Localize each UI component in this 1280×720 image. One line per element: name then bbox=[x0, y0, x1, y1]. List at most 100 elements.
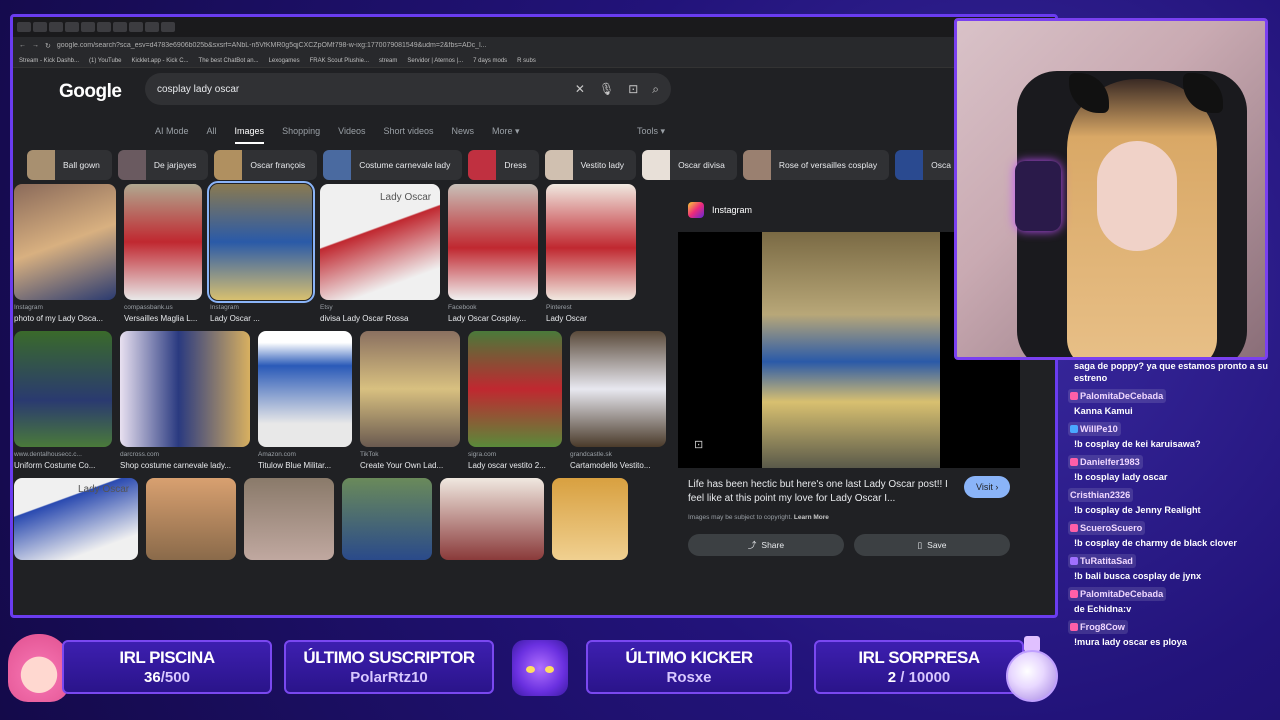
image-result[interactable]: grandcastle.sk Cartamodello Vestito... bbox=[570, 331, 666, 470]
bookmark[interactable]: Servidor | Aternos |... bbox=[407, 58, 463, 64]
result-thumbnail[interactable] bbox=[14, 184, 116, 300]
result-thumbnail[interactable] bbox=[448, 184, 538, 300]
tools-button[interactable]: Tools ▾ bbox=[637, 126, 665, 137]
tab-shopping[interactable]: Shopping bbox=[282, 126, 320, 136]
browser-tab[interactable] bbox=[161, 22, 175, 32]
bookmark[interactable]: stream bbox=[379, 58, 397, 64]
chip[interactable]: Vestito lady bbox=[544, 150, 637, 180]
bookmark[interactable]: Kicklet.app - Kick C... bbox=[132, 58, 189, 64]
chip[interactable]: Osca bbox=[895, 150, 963, 180]
result-title[interactable]: photo of my Lady Osca... bbox=[14, 314, 116, 323]
image-result[interactable] bbox=[440, 478, 544, 560]
chat-username[interactable]: WillPe10 bbox=[1068, 422, 1121, 436]
result-title[interactable]: Uniform Costume Co... bbox=[14, 461, 112, 470]
image-result[interactable]: TikTok Create Your Own Lad... bbox=[360, 331, 460, 470]
image-result[interactable]: www.dentalhousecc.c... Uniform Costume Co… bbox=[14, 331, 112, 470]
image-result-selected[interactable]: Instagram Lady Oscar ... bbox=[207, 181, 315, 323]
chat-username[interactable]: PalomitaDeCebada bbox=[1068, 389, 1167, 403]
chat-username[interactable]: PalomitaDeCebada bbox=[1068, 587, 1167, 601]
result-title[interactable]: Lady Oscar ... bbox=[210, 314, 312, 323]
result-thumbnail[interactable] bbox=[244, 478, 334, 560]
lens-icon[interactable]: ⊡ bbox=[628, 82, 638, 96]
chip[interactable]: De jarjayes bbox=[117, 150, 209, 180]
tab-news[interactable]: News bbox=[452, 126, 475, 136]
browser-tab[interactable] bbox=[145, 22, 159, 32]
result-thumbnail[interactable] bbox=[552, 478, 628, 560]
image-result[interactable]: Instagram photo of my Lady Osca... bbox=[14, 184, 116, 323]
image-result[interactable] bbox=[244, 478, 334, 560]
chat-username[interactable]: Cristhian2326 bbox=[1068, 488, 1134, 502]
save-button[interactable]: ▯ Save bbox=[854, 534, 1010, 556]
bookmark[interactable]: 7 days mods bbox=[473, 58, 507, 64]
result-thumbnail[interactable] bbox=[207, 181, 315, 303]
share-button[interactable]: ⤴ Share bbox=[688, 534, 844, 556]
image-result[interactable]: darcross.com Shop costume carnevale lady.… bbox=[120, 331, 250, 470]
result-thumbnail[interactable] bbox=[14, 331, 112, 447]
image-result[interactable]: compassbank.us Versailles Maglia L... bbox=[124, 184, 202, 323]
image-result[interactable]: Facebook Lady Oscar Cosplay... bbox=[448, 184, 538, 323]
bookmark[interactable]: FRAK Scout Plushie... bbox=[310, 58, 369, 64]
back-icon[interactable]: ← bbox=[19, 42, 26, 49]
chip[interactable]: Oscar divisa bbox=[642, 150, 737, 180]
tab-videos[interactable]: Videos bbox=[338, 126, 365, 136]
bookmark[interactable]: R subs bbox=[517, 58, 536, 64]
result-title[interactable]: Cartamodello Vestito... bbox=[570, 461, 666, 470]
result-title[interactable]: Create Your Own Lad... bbox=[360, 461, 460, 470]
result-thumbnail[interactable] bbox=[124, 184, 202, 300]
browser-tab[interactable] bbox=[17, 22, 31, 32]
search-icon[interactable]: ⌕ bbox=[652, 82, 659, 97]
result-thumbnail[interactable] bbox=[570, 331, 666, 447]
visit-button[interactable]: Visit › bbox=[964, 476, 1011, 498]
result-title[interactable]: Lady Oscar Cosplay... bbox=[448, 314, 538, 323]
result-title[interactable]: Titulow Blue Militar... bbox=[258, 461, 352, 470]
tab-short-videos[interactable]: Short videos bbox=[383, 126, 433, 136]
google-logo[interactable]: Google bbox=[59, 81, 122, 103]
browser-tab[interactable] bbox=[129, 22, 143, 32]
chat-username[interactable]: TuRatitaSad bbox=[1068, 554, 1136, 568]
clear-icon[interactable]: ✕ bbox=[575, 82, 585, 96]
bookmark[interactable]: The best ChatBot an... bbox=[199, 58, 259, 64]
tab-ai-mode[interactable]: AI Mode bbox=[155, 126, 189, 136]
chip[interactable]: Oscar françois bbox=[214, 150, 318, 180]
chip[interactable]: Ball gown bbox=[27, 150, 112, 180]
search-box[interactable]: cosplay lady oscar ✕ 🎙 ⊡ ⌕ bbox=[145, 73, 671, 105]
tab-more[interactable]: More ▾ bbox=[492, 126, 520, 137]
result-thumbnail[interactable] bbox=[546, 184, 636, 300]
image-result[interactable]: Amazon.com Titulow Blue Militar... bbox=[258, 331, 352, 470]
image-result[interactable] bbox=[552, 478, 628, 560]
image-result[interactable]: Pinterest Lady Oscar bbox=[546, 184, 636, 323]
result-title[interactable]: Lady oscar vestito 2... bbox=[468, 461, 562, 470]
browser-tab[interactable] bbox=[113, 22, 127, 32]
preview-source[interactable]: Instagram bbox=[712, 205, 752, 215]
bookmark[interactable]: Stream - Kick Dashb... bbox=[19, 58, 79, 64]
browser-tab[interactable] bbox=[97, 22, 111, 32]
result-title[interactable]: Shop costume carnevale lady... bbox=[120, 461, 250, 470]
browser-tab[interactable] bbox=[33, 22, 47, 32]
bookmark[interactable]: (1) YouTube bbox=[89, 58, 121, 64]
result-thumbnail[interactable] bbox=[440, 478, 544, 560]
browser-tab[interactable] bbox=[65, 22, 79, 32]
chat-username[interactable]: Danielfer1983 bbox=[1068, 455, 1143, 469]
forward-icon[interactable]: → bbox=[32, 42, 39, 49]
result-thumbnail[interactable] bbox=[468, 331, 562, 447]
reload-icon[interactable]: ↻ bbox=[45, 42, 51, 50]
lens-icon[interactable]: ⊡ bbox=[694, 438, 703, 451]
learn-more-link[interactable]: Learn More bbox=[794, 514, 829, 521]
image-result[interactable]: sigra.com Lady oscar vestito 2... bbox=[468, 331, 562, 470]
result-thumbnail[interactable] bbox=[146, 478, 236, 560]
url-field[interactable]: google.com/search?sca_esv=d4783e6906b025… bbox=[57, 42, 1049, 49]
tab-images[interactable]: Images bbox=[234, 126, 265, 144]
result-thumbnail[interactable] bbox=[360, 331, 460, 447]
search-input[interactable]: cosplay lady oscar bbox=[157, 84, 561, 95]
result-thumbnail[interactable] bbox=[120, 331, 250, 447]
chip[interactable]: Costume carnevale lady bbox=[323, 150, 463, 180]
bookmark[interactable]: Lexogames bbox=[269, 58, 300, 64]
image-result[interactable] bbox=[146, 478, 236, 560]
browser-tab[interactable] bbox=[81, 22, 95, 32]
tab-all[interactable]: All bbox=[207, 126, 217, 136]
result-thumbnail[interactable] bbox=[258, 331, 352, 447]
browser-tab[interactable] bbox=[49, 22, 63, 32]
result-thumbnail[interactable] bbox=[342, 478, 432, 560]
image-result[interactable]: Lady Oscar Etsy divisa Lady Oscar Rossa bbox=[320, 184, 440, 323]
image-result[interactable] bbox=[342, 478, 432, 560]
